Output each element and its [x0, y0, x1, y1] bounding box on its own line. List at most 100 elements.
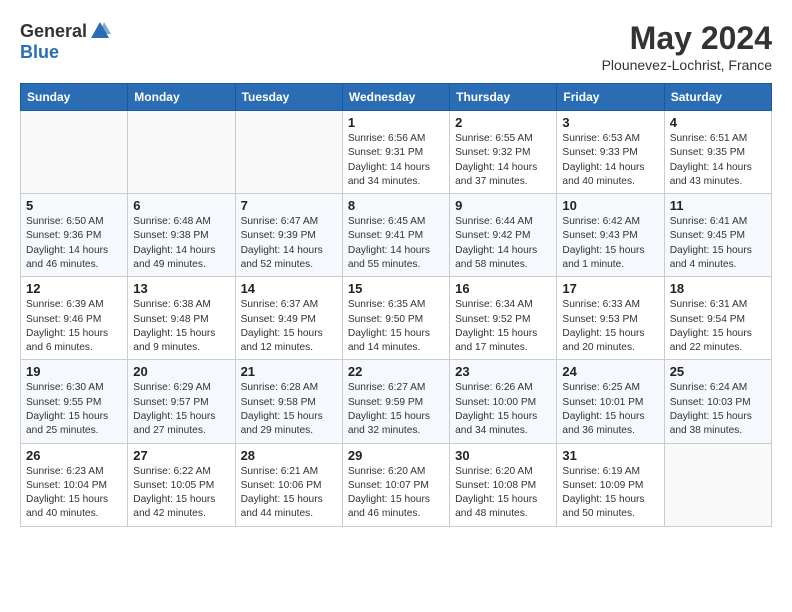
weekday-header-monday: Monday [128, 84, 235, 111]
calendar-cell: 22Sunrise: 6:27 AM Sunset: 9:59 PM Dayli… [342, 360, 449, 443]
day-number: 6 [133, 198, 229, 213]
day-number: 15 [348, 281, 444, 296]
calendar-cell: 23 Sunrise: 6:26 AM Sunset: 10:00 PM Dayl… [450, 360, 557, 443]
calendar-cell: 14Sunrise: 6:37 AM Sunset: 9:49 PM Dayli… [235, 277, 342, 360]
calendar-cell: 26 Sunrise: 6:23 AM Sunset: 10:04 PM Dayl… [21, 443, 128, 526]
day-number: 17 [562, 281, 658, 296]
day-info: Sunrise: 6:37 AM Sunset: 9:49 PM Dayligh… [241, 298, 337, 355]
day-info: Sunrise: 6:19 AM Sunset: 10:09 PM Daylig… [562, 465, 658, 522]
calendar-cell: 21 Sunrise: 6:28 AM Sunset: 9:58 PM Dayli… [235, 360, 342, 443]
day-info: Sunrise: 6:20 AM Sunset: 10:07 PM Daylig… [348, 465, 444, 522]
day-info: Sunrise: 6:21 AM Sunset: 10:06 PM Daylig… [241, 465, 337, 522]
month-title: May 2024 [602, 20, 772, 57]
day-info: Sunrise: 6:22 AM Sunset: 10:05 PM Daylig… [133, 465, 229, 522]
day-info: Sunrise: 6:23 AM Sunset: 10:04 PM Daylig… [26, 465, 122, 522]
day-number: 5 [26, 198, 122, 213]
weekday-header-tuesday: Tuesday [235, 84, 342, 111]
location-title: Plounevez-Lochrist, France [602, 57, 772, 73]
day-info: Sunrise: 6:27 AM Sunset: 9:59 PM Dayligh… [348, 381, 444, 438]
calendar-cell: 19Sunrise: 6:30 AM Sunset: 9:55 PM Dayli… [21, 360, 128, 443]
calendar-cell: 1 Sunrise: 6:56 AM Sunset: 9:31 PM Daylig… [342, 111, 449, 194]
day-info: Sunrise: 6:48 AM Sunset: 9:38 PM Dayligh… [133, 215, 229, 272]
day-info: Sunrise: 6:33 AM Sunset: 9:53 PM Dayligh… [562, 298, 658, 355]
calendar-table: SundayMondayTuesdayWednesdayThursdayFrid… [20, 83, 772, 527]
calendar-week-row: 1 Sunrise: 6:56 AM Sunset: 9:31 PM Daylig… [21, 111, 772, 194]
day-info: Sunrise: 6:28 AM Sunset: 9:58 PM Dayligh… [241, 381, 337, 438]
day-info: Sunrise: 6:42 AM Sunset: 9:43 PM Dayligh… [562, 215, 658, 272]
calendar-cell: 3 Sunrise: 6:53 AM Sunset: 9:33 PM Daylig… [557, 111, 664, 194]
day-info: Sunrise: 6:35 AM Sunset: 9:50 PM Dayligh… [348, 298, 444, 355]
calendar-week-row: 26 Sunrise: 6:23 AM Sunset: 10:04 PM Dayl… [21, 443, 772, 526]
weekday-header-thursday: Thursday [450, 84, 557, 111]
calendar-cell: 7 Sunrise: 6:47 AM Sunset: 9:39 PM Daylig… [235, 194, 342, 277]
calendar-cell: 6 Sunrise: 6:48 AM Sunset: 9:38 PM Daylig… [128, 194, 235, 277]
calendar-cell: 20 Sunrise: 6:29 AM Sunset: 9:57 PM Dayli… [128, 360, 235, 443]
logo-icon [89, 20, 111, 42]
day-info: Sunrise: 6:26 AM Sunset: 10:00 PM Daylig… [455, 381, 551, 438]
day-info: Sunrise: 6:53 AM Sunset: 9:33 PM Dayligh… [562, 132, 658, 189]
calendar-cell: 12Sunrise: 6:39 AM Sunset: 9:46 PM Dayli… [21, 277, 128, 360]
day-number: 21 [241, 364, 337, 379]
calendar-cell: 28 Sunrise: 6:21 AM Sunset: 10:06 PM Dayl… [235, 443, 342, 526]
day-number: 4 [670, 115, 766, 130]
weekday-header-friday: Friday [557, 84, 664, 111]
calendar-cell [21, 111, 128, 194]
calendar-week-row: 19Sunrise: 6:30 AM Sunset: 9:55 PM Dayli… [21, 360, 772, 443]
weekday-header-sunday: Sunday [21, 84, 128, 111]
calendar-cell: 18 Sunrise: 6:31 AM Sunset: 9:54 PM Dayli… [664, 277, 771, 360]
calendar-cell: 16 Sunrise: 6:34 AM Sunset: 9:52 PM Dayli… [450, 277, 557, 360]
day-number: 20 [133, 364, 229, 379]
day-info: Sunrise: 6:55 AM Sunset: 9:32 PM Dayligh… [455, 132, 551, 189]
day-number: 9 [455, 198, 551, 213]
day-info: Sunrise: 6:50 AM Sunset: 9:36 PM Dayligh… [26, 215, 122, 272]
calendar-cell [235, 111, 342, 194]
calendar-cell: 29 Sunrise: 6:20 AM Sunset: 10:07 PM Dayl… [342, 443, 449, 526]
day-info: Sunrise: 6:29 AM Sunset: 9:57 PM Dayligh… [133, 381, 229, 438]
calendar-cell: 17 Sunrise: 6:33 AM Sunset: 9:53 PM Dayli… [557, 277, 664, 360]
calendar-cell: 24 Sunrise: 6:25 AM Sunset: 10:01 PM Dayl… [557, 360, 664, 443]
day-info: Sunrise: 6:41 AM Sunset: 9:45 PM Dayligh… [670, 215, 766, 272]
day-info: Sunrise: 6:24 AM Sunset: 10:03 PM Daylig… [670, 381, 766, 438]
day-number: 23 [455, 364, 551, 379]
calendar-cell: 27Sunrise: 6:22 AM Sunset: 10:05 PM Dayl… [128, 443, 235, 526]
day-number: 19 [26, 364, 122, 379]
calendar-cell: 15 Sunrise: 6:35 AM Sunset: 9:50 PM Dayli… [342, 277, 449, 360]
weekday-header-saturday: Saturday [664, 84, 771, 111]
day-number: 18 [670, 281, 766, 296]
day-number: 24 [562, 364, 658, 379]
day-number: 29 [348, 448, 444, 463]
calendar-cell: 31 Sunrise: 6:19 AM Sunset: 10:09 PM Dayl… [557, 443, 664, 526]
day-number: 26 [26, 448, 122, 463]
day-number: 25 [670, 364, 766, 379]
calendar-cell: 2Sunrise: 6:55 AM Sunset: 9:32 PM Daylig… [450, 111, 557, 194]
day-number: 16 [455, 281, 551, 296]
day-info: Sunrise: 6:51 AM Sunset: 9:35 PM Dayligh… [670, 132, 766, 189]
day-number: 12 [26, 281, 122, 296]
day-info: Sunrise: 6:31 AM Sunset: 9:54 PM Dayligh… [670, 298, 766, 355]
day-number: 7 [241, 198, 337, 213]
day-number: 1 [348, 115, 444, 130]
day-number: 28 [241, 448, 337, 463]
day-number: 10 [562, 198, 658, 213]
calendar-cell: 8Sunrise: 6:45 AM Sunset: 9:41 PM Daylig… [342, 194, 449, 277]
calendar-cell: 25 Sunrise: 6:24 AM Sunset: 10:03 PM Dayl… [664, 360, 771, 443]
calendar-cell: 11 Sunrise: 6:41 AM Sunset: 9:45 PM Dayli… [664, 194, 771, 277]
calendar-cell: 30Sunrise: 6:20 AM Sunset: 10:08 PM Dayl… [450, 443, 557, 526]
day-number: 3 [562, 115, 658, 130]
day-info: Sunrise: 6:56 AM Sunset: 9:31 PM Dayligh… [348, 132, 444, 189]
calendar-cell: 4 Sunrise: 6:51 AM Sunset: 9:35 PM Daylig… [664, 111, 771, 194]
calendar-cell [664, 443, 771, 526]
day-info: Sunrise: 6:25 AM Sunset: 10:01 PM Daylig… [562, 381, 658, 438]
calendar-cell: 10 Sunrise: 6:42 AM Sunset: 9:43 PM Dayli… [557, 194, 664, 277]
logo-general-text: General [20, 21, 87, 42]
day-info: Sunrise: 6:47 AM Sunset: 9:39 PM Dayligh… [241, 215, 337, 272]
day-number: 31 [562, 448, 658, 463]
weekday-header-wednesday: Wednesday [342, 84, 449, 111]
day-info: Sunrise: 6:44 AM Sunset: 9:42 PM Dayligh… [455, 215, 551, 272]
calendar-cell: 9 Sunrise: 6:44 AM Sunset: 9:42 PM Daylig… [450, 194, 557, 277]
day-number: 11 [670, 198, 766, 213]
day-info: Sunrise: 6:34 AM Sunset: 9:52 PM Dayligh… [455, 298, 551, 355]
calendar-cell [128, 111, 235, 194]
logo: General Blue [20, 20, 111, 63]
calendar-cell: 5 Sunrise: 6:50 AM Sunset: 9:36 PM Daylig… [21, 194, 128, 277]
